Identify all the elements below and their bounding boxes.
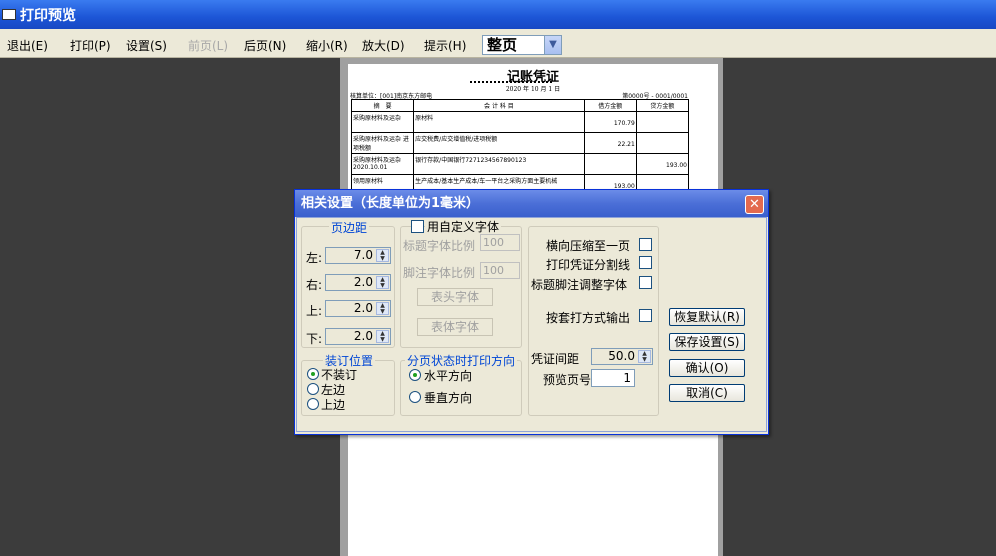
row-summary: 采购原材料及运杂 进项税额 (350, 132, 415, 154)
table-row: 采购原材料及运杂 原材料 170.79 (350, 111, 690, 133)
margin-left-value: 7.0 (353, 248, 373, 262)
row-credit: 193.00 (635, 153, 690, 175)
preview-page-label: 预览页号 (543, 373, 592, 387)
row-debit: 22.21 (583, 132, 637, 154)
spacing-value: 50.0 (608, 349, 635, 363)
paging-vertical-label: 垂直方向 (424, 391, 473, 405)
preview-page-input[interactable]: 1 (591, 369, 635, 387)
row-credit (635, 132, 690, 154)
margin-right-value: 2.0 (353, 275, 373, 289)
cancel-button[interactable]: 取消(C) (669, 384, 745, 402)
paging-vertical-radio[interactable] (409, 391, 421, 403)
restore-defaults-button[interactable]: 恢复默认(R) (669, 308, 745, 326)
margin-right-spinner[interactable]: 2.0 ▲ ▼ (325, 274, 391, 291)
header-debit: 借方金额 (583, 99, 637, 112)
row-summary: 采购原材料及运杂 (350, 111, 415, 133)
row-credit (635, 111, 690, 133)
spin-arrows-icon[interactable]: ▲ ▼ (376, 302, 389, 315)
zoom-out-button[interactable]: 缩小(R) (306, 37, 348, 54)
margin-bottom-value: 2.0 (353, 329, 373, 343)
spacing-label: 凭证间距 (531, 352, 580, 366)
voucher-title-underline (470, 81, 552, 83)
spin-arrows-icon[interactable]: ▲ ▼ (376, 249, 389, 262)
binding-left-radio[interactable] (307, 383, 319, 395)
margin-top-label: 上: (306, 304, 323, 318)
save-settings-button[interactable]: 保存设置(S) (669, 333, 745, 351)
spin-arrows-icon[interactable]: ▲ ▼ (638, 350, 651, 363)
compress-label: 横向压缩至一页 (546, 239, 631, 253)
confirm-button[interactable]: 确认(O) (669, 359, 745, 377)
title-ratio-label: 标题字体比例 (403, 239, 476, 253)
row-account: 银行存款/中国银行7271234567890123 (413, 153, 585, 175)
binding-top-label: 上边 (321, 398, 346, 412)
voucher-header-row: 摘 要 会 计 科 目 借方金额 贷方金额 (350, 99, 690, 112)
next-page-button[interactable]: 后页(N) (244, 37, 286, 54)
margin-left-spinner[interactable]: 7.0 ▲ ▼ (325, 247, 391, 264)
zoom-select-value: 整页 (487, 36, 518, 54)
spin-arrows-icon[interactable]: ▲ ▼ (376, 276, 389, 289)
custom-font-label: 用自定义字体 (425, 218, 502, 235)
close-icon[interactable]: ✕ (745, 195, 764, 214)
dialog-title: 相关设置（长度单位为1毫米） (295, 190, 768, 217)
window-icon (2, 9, 16, 20)
adjust-font-label: 标题脚注调整字体 (531, 278, 628, 292)
margin-bottom-label: 下: (306, 332, 323, 346)
binding-top-radio[interactable] (307, 398, 319, 410)
margin-top-spinner[interactable]: 2.0 ▲ ▼ (325, 300, 391, 317)
settings-dialog: 相关设置（长度单位为1毫米） ✕ 页边距 左: 7.0 ▲ ▼ 右: 2.0 ▲ ▼… (294, 189, 769, 435)
header-summary: 摘 要 (350, 99, 415, 112)
dialog-body: 页边距 左: 7.0 ▲ ▼ 右: 2.0 ▲ ▼ 上: 2.0 ▲ ▼ 下: 2.0… (296, 217, 767, 432)
paging-horizontal-label: 水平方向 (424, 369, 473, 383)
prev-page-button[interactable]: 前页(L) (188, 37, 228, 54)
header-credit: 贷方金额 (635, 99, 690, 112)
print-button[interactable]: 打印(P) (70, 37, 111, 54)
footer-ratio-input[interactable]: 100 (480, 262, 520, 279)
row-debit: 170.79 (583, 111, 637, 133)
margin-bottom-spinner[interactable]: 2.0 ▲ ▼ (325, 328, 391, 345)
row-account: 原材料 (413, 111, 585, 133)
spin-arrows-icon[interactable]: ▲ ▼ (376, 330, 389, 343)
window-titlebar: 打印预览 (0, 0, 996, 29)
overprint-checkbox[interactable] (639, 309, 652, 322)
table-row: 采购原材料及运杂 2020.10.01 银行存款/中国银行72712345678… (350, 153, 690, 175)
exit-button[interactable]: 退出(E) (7, 37, 48, 54)
hint-button[interactable]: 提示(H) (424, 37, 466, 54)
margin-top-value: 2.0 (353, 301, 373, 315)
adjust-font-checkbox[interactable] (639, 276, 652, 289)
row-account: 应交税费/应交增值税/进项税额 (413, 132, 585, 154)
margin-right-label: 右: (306, 278, 323, 292)
row-summary: 采购原材料及运杂 2020.10.01 (350, 153, 415, 175)
header-font-button[interactable]: 表头字体 (417, 288, 493, 306)
split-line-checkbox[interactable] (639, 256, 652, 269)
margins-group-label: 页边距 (329, 219, 370, 236)
chevron-down-icon[interactable]: ▼ (544, 36, 561, 54)
voucher-table: 摘 要 会 计 科 目 借方金额 贷方金额 采购原材料及运杂 原材料 170.7… (350, 99, 690, 196)
custom-font-checkbox[interactable] (411, 220, 424, 233)
overprint-label: 按套打方式输出 (546, 311, 631, 325)
compress-checkbox[interactable] (639, 238, 652, 251)
spacing-spinner[interactable]: 50.0 ▲ ▼ (591, 348, 653, 365)
binding-none-radio[interactable] (307, 368, 319, 380)
zoom-in-button[interactable]: 放大(D) (362, 37, 405, 54)
table-row: 采购原材料及运杂 进项税额 应交税费/应交增值税/进项税额 22.21 (350, 132, 690, 154)
footer-ratio-label: 脚注字体比例 (403, 266, 476, 280)
row-debit (583, 153, 637, 175)
zoom-select[interactable]: 整页 ▼ (482, 35, 562, 55)
margin-left-label: 左: (306, 251, 323, 265)
settings-button[interactable]: 设置(S) (126, 37, 167, 54)
header-account: 会 计 科 目 (413, 99, 585, 112)
title-ratio-input[interactable]: 100 (480, 234, 520, 251)
split-line-label: 打印凭证分割线 (546, 258, 631, 272)
window-title: 打印预览 (20, 7, 76, 24)
body-font-button[interactable]: 表体字体 (417, 318, 493, 336)
paging-horizontal-radio[interactable] (409, 369, 421, 381)
